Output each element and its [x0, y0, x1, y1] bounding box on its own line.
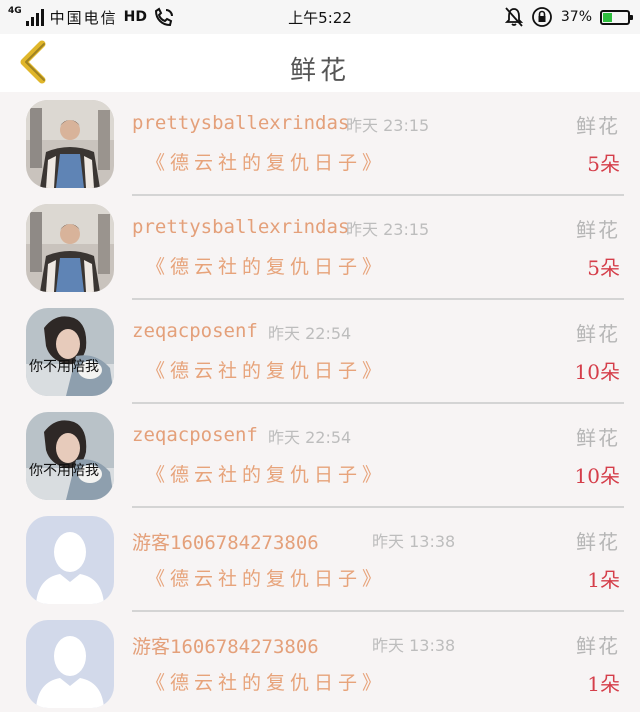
gift-count: 1朵 [587, 568, 620, 592]
username: zeqacposenf [132, 424, 258, 446]
gift-type: 鲜花 [576, 322, 620, 346]
gift-record-list: prettysballexrindas 昨天 23:15 鲜花 《德云社的复仇日… [0, 92, 640, 712]
gift-type: 鲜花 [576, 114, 620, 138]
timestamp: 昨天 13:38 [372, 636, 456, 655]
list-item[interactable]: prettysballexrindas 昨天 23:15 鲜花 《德云社的复仇日… [0, 196, 640, 300]
timestamp: 昨天 22:54 [268, 324, 352, 343]
drama-title: 《德云社的复仇日子》 [146, 464, 387, 486]
status-right: 37% [504, 6, 633, 28]
avatar[interactable]: 你不用陪我 [26, 412, 114, 500]
default-user-icon [26, 516, 114, 604]
man-photo-icon [26, 204, 114, 292]
username: 游客1606784273806 [132, 636, 319, 658]
drama-title: 《德云社的复仇日子》 [146, 256, 387, 278]
username: zeqacposenf [132, 320, 258, 342]
gift-type: 鲜花 [576, 426, 620, 450]
default-user-icon [26, 620, 114, 708]
timestamp: 昨天 23:15 [346, 116, 430, 135]
gift-type: 鲜花 [576, 218, 620, 242]
drama-title: 《德云社的复仇日子》 [146, 568, 387, 590]
avatar-caption: 你不用陪我 [29, 463, 99, 479]
avatar[interactable] [26, 516, 114, 604]
list-item[interactable]: 你不用陪我 zeqacposenf 昨天 22:54 鲜花 《德云社的复仇日子》… [0, 300, 640, 404]
timestamp: 昨天 13:38 [372, 532, 456, 551]
username: prettysballexrindas [132, 216, 350, 238]
battery-percent: 37% [560, 9, 592, 25]
list-item[interactable]: 游客1606784273806 昨天 13:38 鲜花 《德云社的复仇日子》 1… [0, 612, 640, 712]
gift-type: 鲜花 [576, 634, 620, 658]
gift-count: 1朵 [587, 672, 620, 696]
bell-muted-icon [504, 7, 523, 27]
woman-photo-icon [26, 412, 114, 500]
gift-count: 5朵 [587, 256, 620, 280]
list-item[interactable]: 你不用陪我 zeqacposenf 昨天 22:54 鲜花 《德云社的复仇日子》… [0, 404, 640, 508]
battery-icon [600, 9, 633, 25]
battery-fill [603, 12, 612, 22]
gift-count: 10朵 [574, 464, 620, 488]
gift-count: 10朵 [574, 360, 620, 384]
status-bar: 4G 中国电信 HD 上午5:22 37% [0, 0, 640, 34]
avatar[interactable] [26, 204, 114, 292]
username: 游客1606784273806 [132, 532, 319, 554]
timestamp: 昨天 22:54 [268, 428, 352, 447]
drama-title: 《德云社的复仇日子》 [146, 152, 387, 174]
man-photo-icon [26, 100, 114, 188]
woman-photo-icon [26, 308, 114, 396]
list-item[interactable]: 游客1606784273806 昨天 13:38 鲜花 《德云社的复仇日子》 1… [0, 508, 640, 612]
gift-count: 5朵 [587, 152, 620, 176]
username: prettysballexrindas [132, 112, 350, 134]
timestamp: 昨天 23:15 [346, 220, 430, 239]
nav-bar: 鲜花 [0, 34, 640, 92]
avatar[interactable]: 你不用陪我 [26, 308, 114, 396]
avatar[interactable] [26, 620, 114, 708]
drama-title: 《德云社的复仇日子》 [146, 672, 387, 694]
page-title: 鲜花 [289, 56, 350, 86]
avatar-caption: 你不用陪我 [29, 359, 99, 375]
gift-type: 鲜花 [576, 530, 620, 554]
avatar[interactable] [26, 100, 114, 188]
drama-title: 《德云社的复仇日子》 [146, 360, 387, 382]
rotation-lock-icon [531, 7, 552, 27]
list-item[interactable]: prettysballexrindas 昨天 23:15 鲜花 《德云社的复仇日… [0, 92, 640, 196]
